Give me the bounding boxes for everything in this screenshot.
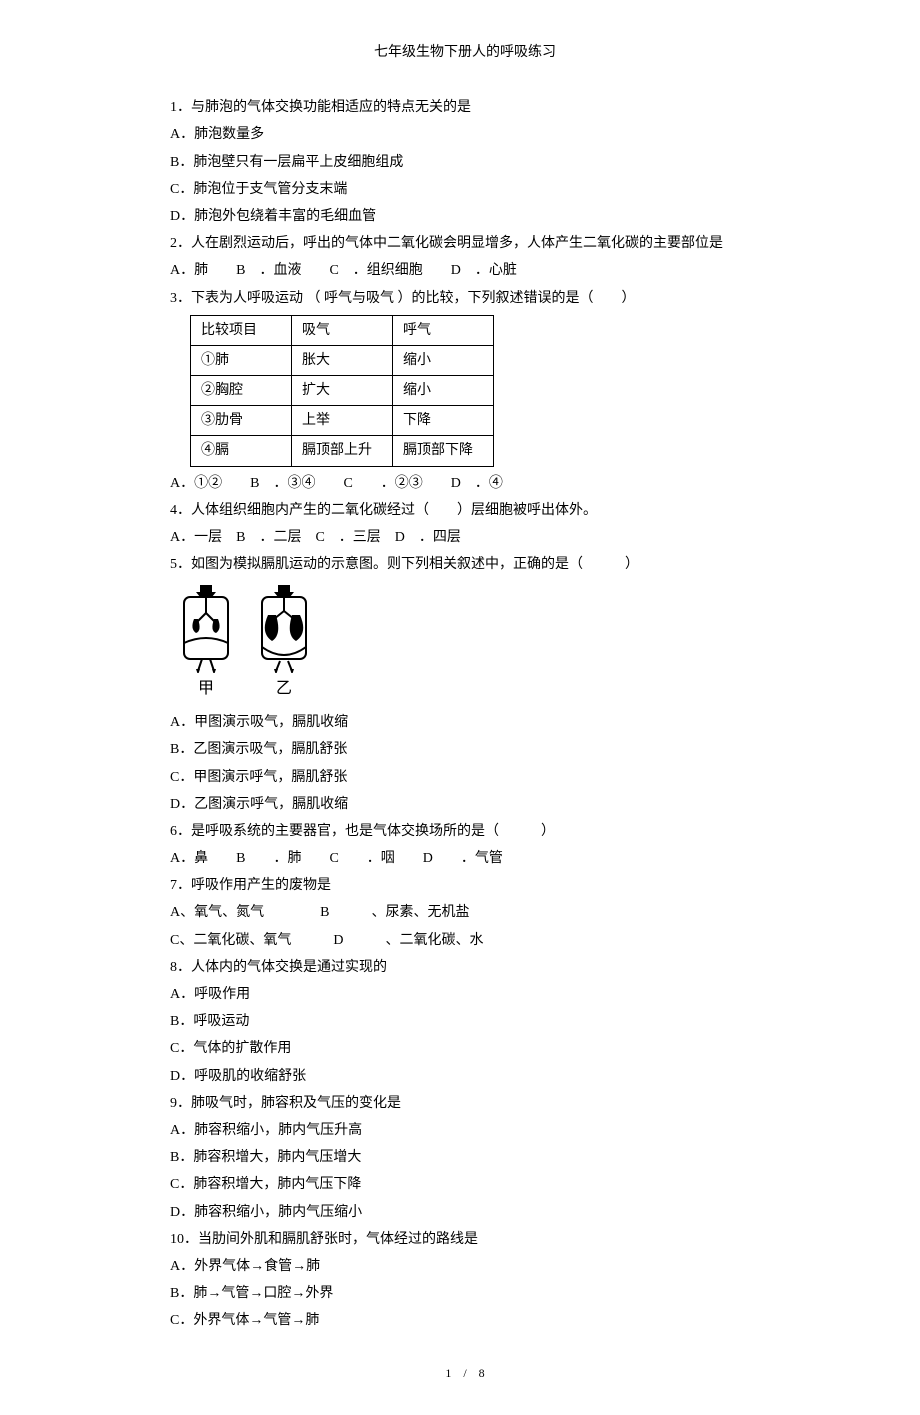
q4-stem: 4．人体组织细胞内产生的二氧化碳经过（ ）层细胞被呼出体外。: [170, 498, 760, 523]
q5-opt-b: B．乙图演示吸气，膈肌舒张: [170, 737, 760, 762]
bottle-jia-icon: [176, 583, 236, 673]
q2-options: A．肺 B ．血液 C ．组织细胞 D ．心脏: [170, 258, 760, 283]
q3-r2c1: ②胸腔: [191, 376, 292, 406]
q1-opt-d: D．肺泡外包绕着丰富的毛细血管: [170, 204, 760, 229]
q5-opt-d: D．乙图演示呼气，膈肌收缩: [170, 792, 760, 817]
q3-stem: 3．下表为人呼吸运动 （ 呼气与吸气 ）的比较，下列叙述错误的是（ ）: [170, 286, 760, 311]
q1-opt-a: A．肺泡数量多: [170, 122, 760, 147]
q2-stem: 2．人在剧烈运动后，呼出的气体中二氧化碳会明显增多，人体产生二氧化碳的主要部位是: [170, 231, 760, 256]
q5-opt-a: A．甲图演示吸气，膈肌收缩: [170, 710, 760, 735]
bottle-yi-icon: [254, 583, 314, 673]
q5-figure: 甲 乙: [170, 583, 760, 704]
q1-opt-b: B．肺泡壁只有一层扁平上皮细胞组成: [170, 150, 760, 175]
q6-stem: 6．是呼吸系统的主要器官，也是气体交换场所的是（ ）: [170, 819, 760, 844]
q9-opt-d: D．肺容积缩小，肺内气压缩小: [170, 1200, 760, 1225]
page-footer: 1 / 8: [170, 1363, 760, 1385]
q5-label-yi: 乙: [254, 675, 314, 704]
q9-opt-a: A．肺容积缩小，肺内气压升高: [170, 1118, 760, 1143]
q3-r4c2: 膈顶部上升: [292, 436, 393, 466]
q7-stem: 7．呼吸作用产生的废物是: [170, 873, 760, 898]
q3-options: A．①② B ．③④ C ．②③ D ．④: [170, 471, 760, 496]
q3-r3c3: 下降: [393, 406, 494, 436]
q8-opt-a: A．呼吸作用: [170, 982, 760, 1007]
q3-r3c2: 上举: [292, 406, 393, 436]
page-title: 七年级生物下册人的呼吸练习: [170, 40, 760, 65]
q3-r1c2: 胀大: [292, 345, 393, 375]
q3-r3c1: ③肋骨: [191, 406, 292, 436]
q3-r1c1: ①肺: [191, 345, 292, 375]
q1-opt-c: C．肺泡位于支气管分支末端: [170, 177, 760, 202]
q3-h3: 呼气: [393, 315, 494, 345]
q3-r2c2: 扩大: [292, 376, 393, 406]
q3-r4c3: 膈顶部下降: [393, 436, 494, 466]
q4-options: A．一层 B ．二层 C ．三层 D ．四层: [170, 525, 760, 550]
q8-opt-b: B．呼吸运动: [170, 1009, 760, 1034]
q1-stem: 1．与肺泡的气体交换功能相适应的特点无关的是: [170, 95, 760, 120]
q5-stem: 5．如图为模拟膈肌运动的示意图。则下列相关叙述中，正确的是（ ）: [170, 552, 760, 577]
q10-stem: 10．当肋间外肌和膈肌舒张时，气体经过的路线是: [170, 1227, 760, 1252]
q7-row1: A、氧气、氮气 B 、尿素、无机盐: [170, 900, 760, 925]
q9-opt-b: B．肺容积增大，肺内气压增大: [170, 1145, 760, 1170]
q9-stem: 9．肺吸气时，肺容积及气压的变化是: [170, 1091, 760, 1116]
q3-r4c1: ④膈: [191, 436, 292, 466]
q3-table: 比较项目 吸气 呼气 ①肺 胀大 缩小 ②胸腔 扩大 缩小 ③肋骨 上举 下降 …: [190, 315, 494, 467]
q3-h2: 吸气: [292, 315, 393, 345]
q8-opt-d: D．呼吸肌的收缩舒张: [170, 1064, 760, 1089]
q7-row2: C、二氧化碳、氧气 D 、二氧化碳、水: [170, 928, 760, 953]
q9-opt-c: C．肺容积增大，肺内气压下降: [170, 1172, 760, 1197]
q3-h1: 比较项目: [191, 315, 292, 345]
q10-opt-c: C．外界气体→气管→肺: [170, 1308, 760, 1333]
q8-opt-c: C．气体的扩散作用: [170, 1036, 760, 1061]
q8-stem: 8．人体内的气体交换是通过实现的: [170, 955, 760, 980]
q10-opt-a: A．外界气体→食管→肺: [170, 1254, 760, 1279]
q6-options: A．鼻 B ．肺 C ．咽 D ．气管: [170, 846, 760, 871]
q5-label-jia: 甲: [176, 675, 236, 704]
q3-r2c3: 缩小: [393, 376, 494, 406]
q3-r1c3: 缩小: [393, 345, 494, 375]
q5-opt-c: C．甲图演示呼气，膈肌舒张: [170, 765, 760, 790]
